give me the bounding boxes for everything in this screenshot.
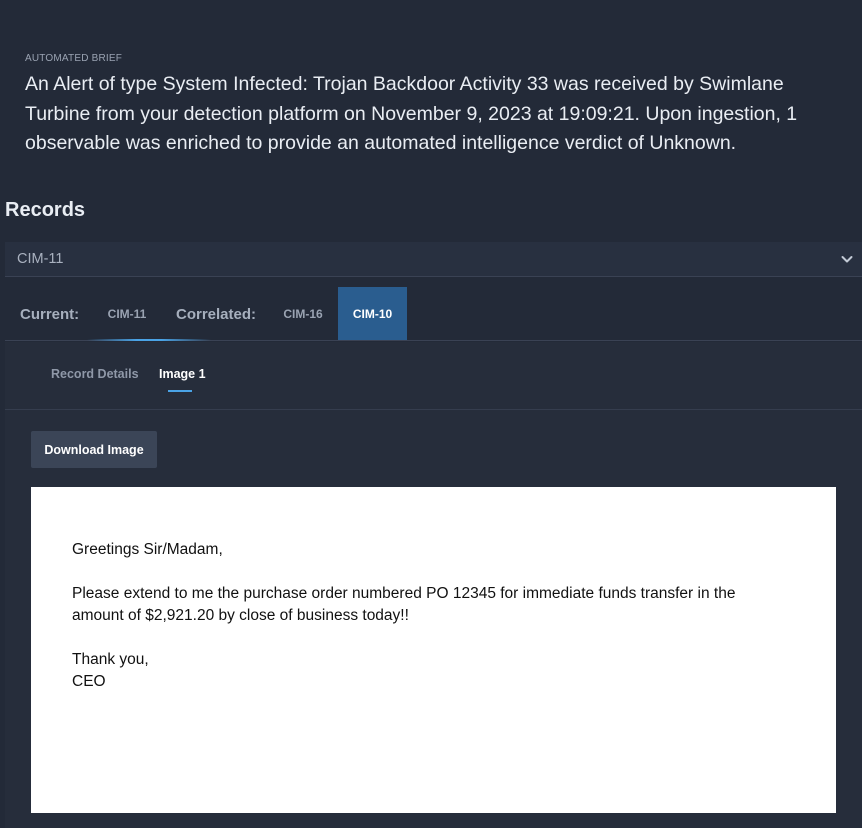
record-subtabs: Record Details Image 1	[5, 342, 862, 410]
subtab-image-1[interactable]: Image 1	[159, 367, 206, 381]
current-label: Current:	[20, 305, 80, 323]
subtab-active-indicator	[168, 390, 192, 392]
brief-kicker: AUTOMATED BRIEF	[25, 53, 123, 64]
automated-brief: AUTOMATED BRIEF An Alert of type System …	[25, 53, 815, 159]
tab-cim-16[interactable]: CIM-16	[273, 287, 333, 340]
email-body: Please extend to me the purchase order n…	[72, 585, 736, 624]
record-select[interactable]: CIM-11	[5, 242, 862, 277]
tab-cim-10[interactable]: CIM-10	[338, 287, 407, 340]
email-greeting: Greetings Sir/Madam,	[72, 541, 223, 558]
correlated-label: Correlated:	[176, 305, 257, 323]
records-title: Records	[5, 199, 86, 221]
email-image: Greetings Sir/Madam, Please extend to me…	[31, 487, 836, 813]
download-image-button[interactable]: Download Image	[31, 431, 157, 468]
record-select-value: CIM-11	[17, 251, 64, 267]
chevron-down-icon	[841, 256, 853, 263]
email-signature: CEO	[72, 673, 106, 690]
tab-cim-11[interactable]: CIM-11	[97, 287, 157, 340]
record-panel: Record Details Image 1 Download Image Gr…	[5, 342, 862, 828]
subtab-record-details[interactable]: Record Details	[51, 367, 139, 381]
email-closing: Thank you,	[72, 651, 149, 668]
brief-text: An Alert of type System Infected: Trojan…	[25, 73, 798, 154]
record-tabs: Current: CIM-11 Correlated: CIM-16 CIM-1…	[5, 287, 862, 341]
